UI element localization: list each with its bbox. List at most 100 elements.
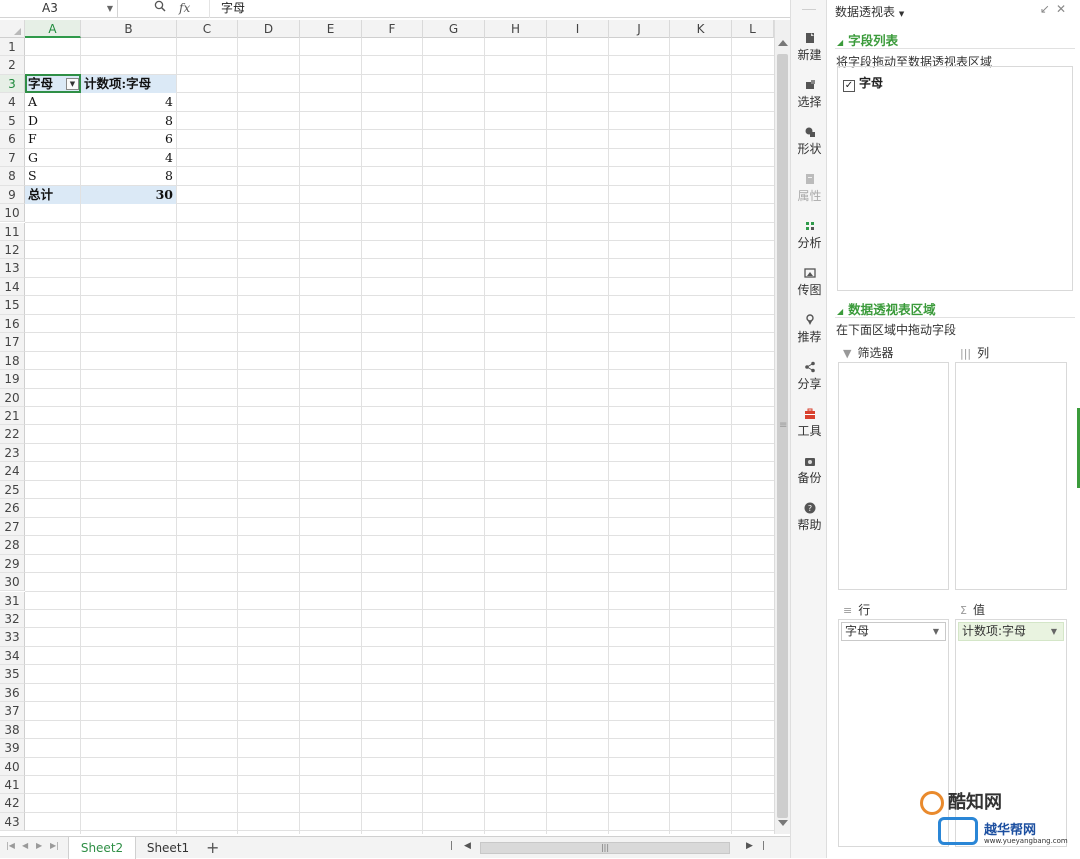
pivot-value-header-cell[interactable]: 计数项:字母	[81, 74, 176, 93]
column-header-e[interactable]: E	[300, 20, 362, 38]
sheet-tab-sheet1[interactable]: Sheet1	[136, 837, 200, 859]
row-header-22[interactable]: 22	[0, 425, 25, 444]
pivot-count-cell[interactable]: 8	[81, 112, 176, 130]
toolbar-button-recommend[interactable]: 推荐	[791, 314, 828, 345]
pivot-areas-title[interactable]: ◢ 数据透视表区域	[837, 299, 936, 318]
row-header-14[interactable]: 14	[0, 277, 25, 297]
row-header-17[interactable]: 17	[0, 333, 25, 352]
column-header-f[interactable]: F	[362, 20, 423, 38]
horizontal-scrollbar[interactable]: | ◀ ||| ▶ |	[450, 841, 770, 855]
toolbar-button-share[interactable]: 分享	[791, 361, 828, 392]
row-header-34[interactable]: 34	[0, 646, 25, 666]
row-header-41[interactable]: 41	[0, 776, 25, 795]
pivot-row-label-cell[interactable]: D	[25, 112, 80, 130]
row-header-21[interactable]: 21	[0, 407, 25, 426]
column-header-b[interactable]: B	[81, 20, 177, 38]
column-header-a[interactable]: A	[25, 20, 81, 38]
toolbar-button-image-upload[interactable]: 传图	[791, 267, 828, 298]
field-list-title[interactable]: ◢ 字段列表	[837, 30, 898, 49]
row-header-30[interactable]: 30	[0, 573, 25, 592]
row-header-40[interactable]: 40	[0, 757, 25, 776]
row-header-29[interactable]: 29	[0, 554, 25, 574]
row-header-43[interactable]: 43	[0, 812, 25, 832]
column-header-l[interactable]: L	[732, 20, 774, 38]
row-header-10[interactable]: 10	[0, 204, 25, 223]
row-header-2[interactable]: 2	[0, 56, 25, 75]
row-header-5[interactable]: 5	[0, 111, 25, 131]
chevron-down-icon[interactable]: ▼	[899, 10, 904, 18]
row-header-39[interactable]: 39	[0, 739, 25, 758]
pivot-row-label-cell[interactable]: F	[25, 130, 80, 148]
row-header-35[interactable]: 35	[0, 665, 25, 684]
column-header-c[interactable]: C	[177, 20, 238, 38]
pivot-count-cell[interactable]: 6	[81, 130, 176, 148]
zoom-icon[interactable]	[154, 0, 166, 17]
pivot-count-cell[interactable]: 4	[81, 93, 176, 111]
pivot-row-label-cell[interactable]: A	[25, 93, 80, 111]
toolbar-button-analysis[interactable]: 分析	[791, 220, 828, 251]
sheet-tab-sheet2[interactable]: Sheet2	[68, 837, 136, 859]
pivot-row-label-cell[interactable]: G	[25, 149, 80, 167]
column-header-k[interactable]: K	[670, 20, 732, 38]
cell-grid[interactable]: 字母 计数项:字母 A 4 D 8 F 6 G 4 S 8 总计 30 ▼	[25, 38, 774, 834]
row-header-20[interactable]: 20	[0, 388, 25, 407]
toolbar-button-properties[interactable]: 属性	[791, 173, 828, 204]
pivot-count-cell[interactable]: 4	[81, 149, 176, 167]
row-header-1[interactable]: 1	[0, 38, 25, 57]
row-header-36[interactable]: 36	[0, 683, 25, 703]
row-header-26[interactable]: 26	[0, 499, 25, 518]
toolbar-button-shapes[interactable]: 形状	[791, 126, 828, 157]
name-box[interactable]: A3 ▼	[0, 0, 118, 18]
columns-drop-zone[interactable]	[955, 362, 1067, 590]
function-icon[interactable]: fx	[179, 0, 190, 17]
first-sheet-icon[interactable]: |◀	[6, 841, 15, 850]
pivot-count-cell[interactable]: 8	[81, 167, 176, 185]
collapse-triangle-icon[interactable]: ◢	[837, 38, 843, 47]
row-header-18[interactable]: 18	[0, 351, 25, 371]
row-header-6[interactable]: 6	[0, 130, 25, 149]
column-header-g[interactable]: G	[423, 20, 485, 38]
scroll-right-icon[interactable]: ▶	[746, 841, 753, 851]
column-header-i[interactable]: I	[547, 20, 609, 38]
column-header-j[interactable]: J	[609, 20, 670, 38]
prev-sheet-icon[interactable]: ◀	[22, 841, 28, 850]
row-field-chip[interactable]: 字母 ▼	[841, 622, 946, 641]
name-box-dropdown-icon[interactable]: ▼	[107, 0, 113, 17]
row-header-42[interactable]: 42	[0, 794, 25, 813]
toolbar-button-file[interactable]: 新建	[791, 32, 828, 63]
checkbox-checked-icon[interactable]: ✓	[843, 80, 855, 92]
row-header-23[interactable]: 23	[0, 443, 25, 463]
formula-input[interactable]: 字母	[221, 0, 245, 18]
pivot-panel-title[interactable]: 数据透视表 ▼	[835, 3, 904, 20]
row-header-9[interactable]: 9	[0, 185, 25, 205]
row-header-33[interactable]: 33	[0, 628, 25, 647]
dock-icon[interactable]: ↙	[1040, 2, 1056, 16]
next-sheet-icon[interactable]: ▶	[36, 841, 42, 850]
scroll-down-icon[interactable]	[778, 820, 788, 826]
column-header-d[interactable]: D	[238, 20, 300, 38]
row-header-13[interactable]: 13	[0, 259, 25, 278]
pivot-row-label-cell[interactable]: S	[25, 167, 80, 185]
field-item-letter[interactable]: ✓ 字母	[843, 74, 883, 92]
row-header-27[interactable]: 27	[0, 517, 25, 537]
row-header-7[interactable]: 7	[0, 148, 25, 168]
row-header-31[interactable]: 31	[0, 591, 25, 610]
row-header-16[interactable]: 16	[0, 314, 25, 334]
select-all-corner[interactable]	[0, 20, 25, 38]
collapse-triangle-icon[interactable]: ◢	[837, 307, 843, 316]
row-header-3[interactable]: 3	[0, 74, 25, 94]
column-header-h[interactable]: H	[485, 20, 547, 38]
row-header-38[interactable]: 38	[0, 720, 25, 740]
filter-drop-zone[interactable]	[838, 362, 949, 590]
toolbar-button-help[interactable]: ? 帮助	[791, 502, 828, 533]
splitter-grip-icon[interactable]: ≡	[779, 420, 787, 431]
toolbar-button-backup[interactable]: 备份	[791, 455, 828, 486]
row-header-11[interactable]: 11	[0, 222, 25, 241]
row-header-37[interactable]: 37	[0, 702, 25, 721]
toolbar-button-select[interactable]: 选择	[791, 79, 828, 110]
scroll-up-icon[interactable]	[778, 40, 788, 46]
value-field-chip[interactable]: 计数项:字母 ▼	[958, 622, 1064, 641]
pivot-total-label-cell[interactable]: 总计	[25, 185, 80, 204]
row-header-4[interactable]: 4	[0, 93, 25, 112]
add-sheet-button[interactable]: +	[206, 837, 219, 859]
